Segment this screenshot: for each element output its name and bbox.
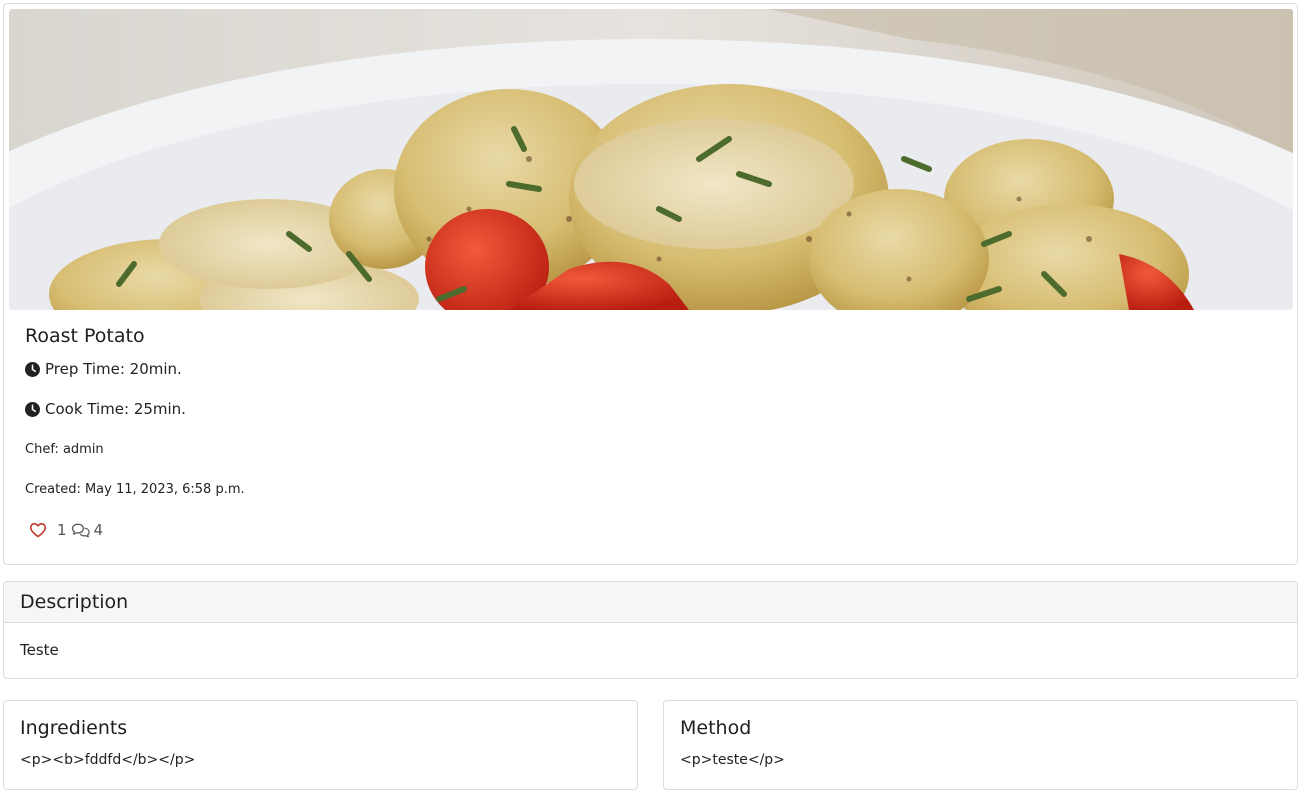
description-header: Description bbox=[4, 582, 1297, 623]
recipe-image bbox=[9, 9, 1293, 310]
description-body: Teste bbox=[20, 641, 59, 659]
prep-time-text: Prep Time: 20min. bbox=[45, 360, 182, 378]
heart-icon bbox=[29, 523, 47, 538]
recipe-title: Roast Potato bbox=[25, 325, 145, 347]
ingredients-title: Ingredients bbox=[20, 717, 128, 739]
comment-button[interactable]: 4 bbox=[71, 521, 104, 539]
chef-label: Chef: admin bbox=[25, 442, 104, 457]
recipe-actions: 1 4 bbox=[29, 521, 103, 539]
created-date: Created: May 11, 2023, 6:58 p.m. bbox=[25, 482, 245, 497]
like-button[interactable]: 1 bbox=[29, 521, 67, 539]
cook-time-text: Cook Time: 25min. bbox=[45, 400, 186, 418]
prep-time: Prep Time: 20min. bbox=[25, 360, 182, 378]
recipe-card: Roast Potato Prep Time: 20min. Cook Time… bbox=[3, 3, 1298, 565]
ingredients-card: Ingredients <p><b>fddfd</b></p> bbox=[3, 700, 638, 790]
clock-icon bbox=[25, 401, 40, 417]
cook-time: Cook Time: 25min. bbox=[25, 400, 186, 418]
recipe-photo-illustration bbox=[9, 9, 1293, 310]
method-body: <p>teste</p> bbox=[680, 752, 785, 768]
comment-count: 4 bbox=[93, 521, 104, 539]
like-count: 1 bbox=[57, 521, 67, 539]
clock-icon bbox=[25, 361, 40, 377]
ingredients-body: <p><b>fddfd</b></p> bbox=[20, 752, 196, 768]
comment-icon bbox=[71, 523, 90, 538]
method-card: Method <p>teste</p> bbox=[663, 700, 1298, 790]
method-title: Method bbox=[680, 717, 752, 739]
description-card: Description Teste bbox=[3, 581, 1298, 679]
